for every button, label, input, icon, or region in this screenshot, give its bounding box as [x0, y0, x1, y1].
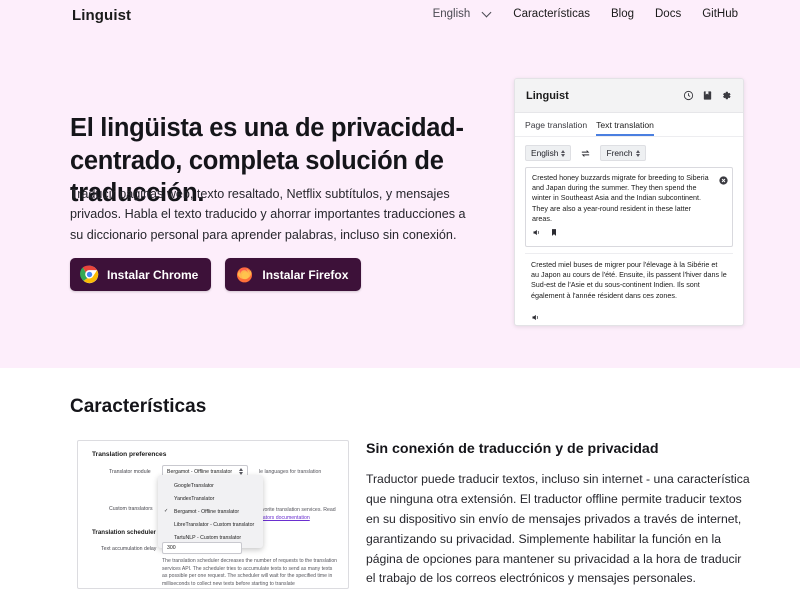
widget-tabs: Page translation Text translation	[515, 113, 743, 137]
text-accumulation-delay-input[interactable]: 300	[162, 542, 242, 554]
translation-scheduler-title: Translation scheduler	[92, 529, 156, 536]
speaker-icon[interactable]	[532, 224, 541, 242]
install-firefox-label: Instalar Firefox	[262, 267, 349, 282]
language-selector[interactable]: English	[433, 8, 493, 20]
source-text: Crested honey buzzards migrate for breed…	[532, 173, 709, 223]
translator-module-label: Translator module	[109, 469, 151, 475]
translation-result: Crested miel buses de migrer pour l'élev…	[525, 253, 733, 325]
source-language-value: English	[531, 148, 559, 158]
updown-arrows-icon	[635, 149, 640, 157]
install-firefox-button[interactable]: Instalar Firefox	[225, 258, 362, 291]
save-icon[interactable]	[702, 90, 713, 101]
swap-languages-button[interactable]	[580, 148, 591, 159]
screenshot-note-languages: le languages for translation	[259, 469, 322, 475]
result-tools	[531, 309, 540, 325]
updown-arrows-icon	[239, 468, 243, 475]
install-chrome-button[interactable]: Instalar Chrome	[70, 258, 212, 291]
target-language-select[interactable]: French	[600, 145, 646, 161]
bookmark-icon[interactable]	[550, 224, 558, 242]
updown-arrows-icon	[561, 149, 566, 157]
nav-link-github[interactable]: GitHub	[702, 8, 738, 20]
hero-subtitle: Traducir páginas web, texto resaltado, N…	[70, 187, 466, 242]
screenshot-note-services-text: avorite translation services. Read	[259, 507, 336, 513]
custom-translators-label: Custom translators	[109, 506, 153, 512]
chevron-down-icon	[483, 8, 492, 17]
nav-link-caracteristicas[interactable]: Características	[513, 8, 590, 20]
gear-icon[interactable]	[721, 90, 732, 101]
nav-link-blog[interactable]: Blog	[611, 8, 634, 20]
dropdown-option-google[interactable]: GoogleTranslator	[158, 479, 263, 492]
dropdown-option-libretranslator[interactable]: LibreTranslator - Custom translator	[158, 518, 263, 531]
translated-text: Crested miel buses de migrer pour l'élev…	[531, 260, 727, 300]
translator-module-value: Bergamot - Offline translator	[167, 468, 233, 475]
nav-links-group: English Características Blog Docs GitHub	[433, 8, 738, 20]
target-language-value: French	[606, 148, 633, 158]
clear-icon[interactable]	[719, 172, 728, 185]
screenshot-docs-link[interactable]: slators documentation	[259, 515, 310, 521]
speaker-icon[interactable]	[531, 309, 540, 325]
dropdown-option-yandex[interactable]: YandexTranslator	[158, 492, 263, 505]
install-buttons-row: Instalar Chrome Instalar Firefox	[70, 258, 362, 291]
history-icon[interactable]	[683, 90, 694, 101]
scheduler-description: The translation scheduler decreases the …	[162, 558, 337, 587]
options-page-screenshot: Translation preferences Translator modul…	[77, 440, 349, 589]
language-pair-row: English French	[515, 137, 743, 167]
translator-popup-widget: Linguist Page translation Text translati…	[514, 78, 744, 326]
features-section-title: Características	[70, 396, 207, 417]
source-language-select[interactable]: English	[525, 145, 572, 161]
nav-link-docs[interactable]: Docs	[655, 8, 681, 20]
translator-module-dropdown: GoogleTranslator YandexTranslator Bergam…	[158, 475, 263, 548]
feature-heading: Sin conexión de traducción y de privacid…	[366, 441, 659, 457]
top-navigation: Linguist English Características Blog Do…	[0, 0, 800, 38]
widget-header-icons	[683, 90, 732, 101]
widget-header: Linguist	[515, 79, 743, 113]
tab-text-translation[interactable]: Text translation	[596, 120, 654, 136]
brand-logo[interactable]: Linguist	[72, 7, 131, 24]
widget-title: Linguist	[526, 89, 569, 102]
chrome-icon	[80, 265, 99, 284]
firefox-icon	[235, 265, 254, 284]
screenshot-note-services: avorite translation services. Read slato…	[259, 507, 347, 523]
text-accumulation-delay-label: Text accumulation delay	[101, 546, 157, 552]
source-tools	[532, 224, 558, 242]
language-selector-value: English	[432, 8, 471, 20]
install-chrome-label: Instalar Chrome	[107, 267, 199, 282]
dropdown-option-bergamot[interactable]: Bergamot - Offline translator	[158, 505, 263, 518]
tab-page-translation[interactable]: Page translation	[525, 120, 587, 136]
screenshot-panel-title: Translation preferences	[92, 451, 167, 458]
page-root: Linguist English Características Blog Do…	[0, 0, 800, 589]
feature-body: Traductor puede traducir textos, incluso…	[366, 472, 750, 586]
source-textarea[interactable]: Crested honey buzzards migrate for breed…	[525, 167, 733, 247]
